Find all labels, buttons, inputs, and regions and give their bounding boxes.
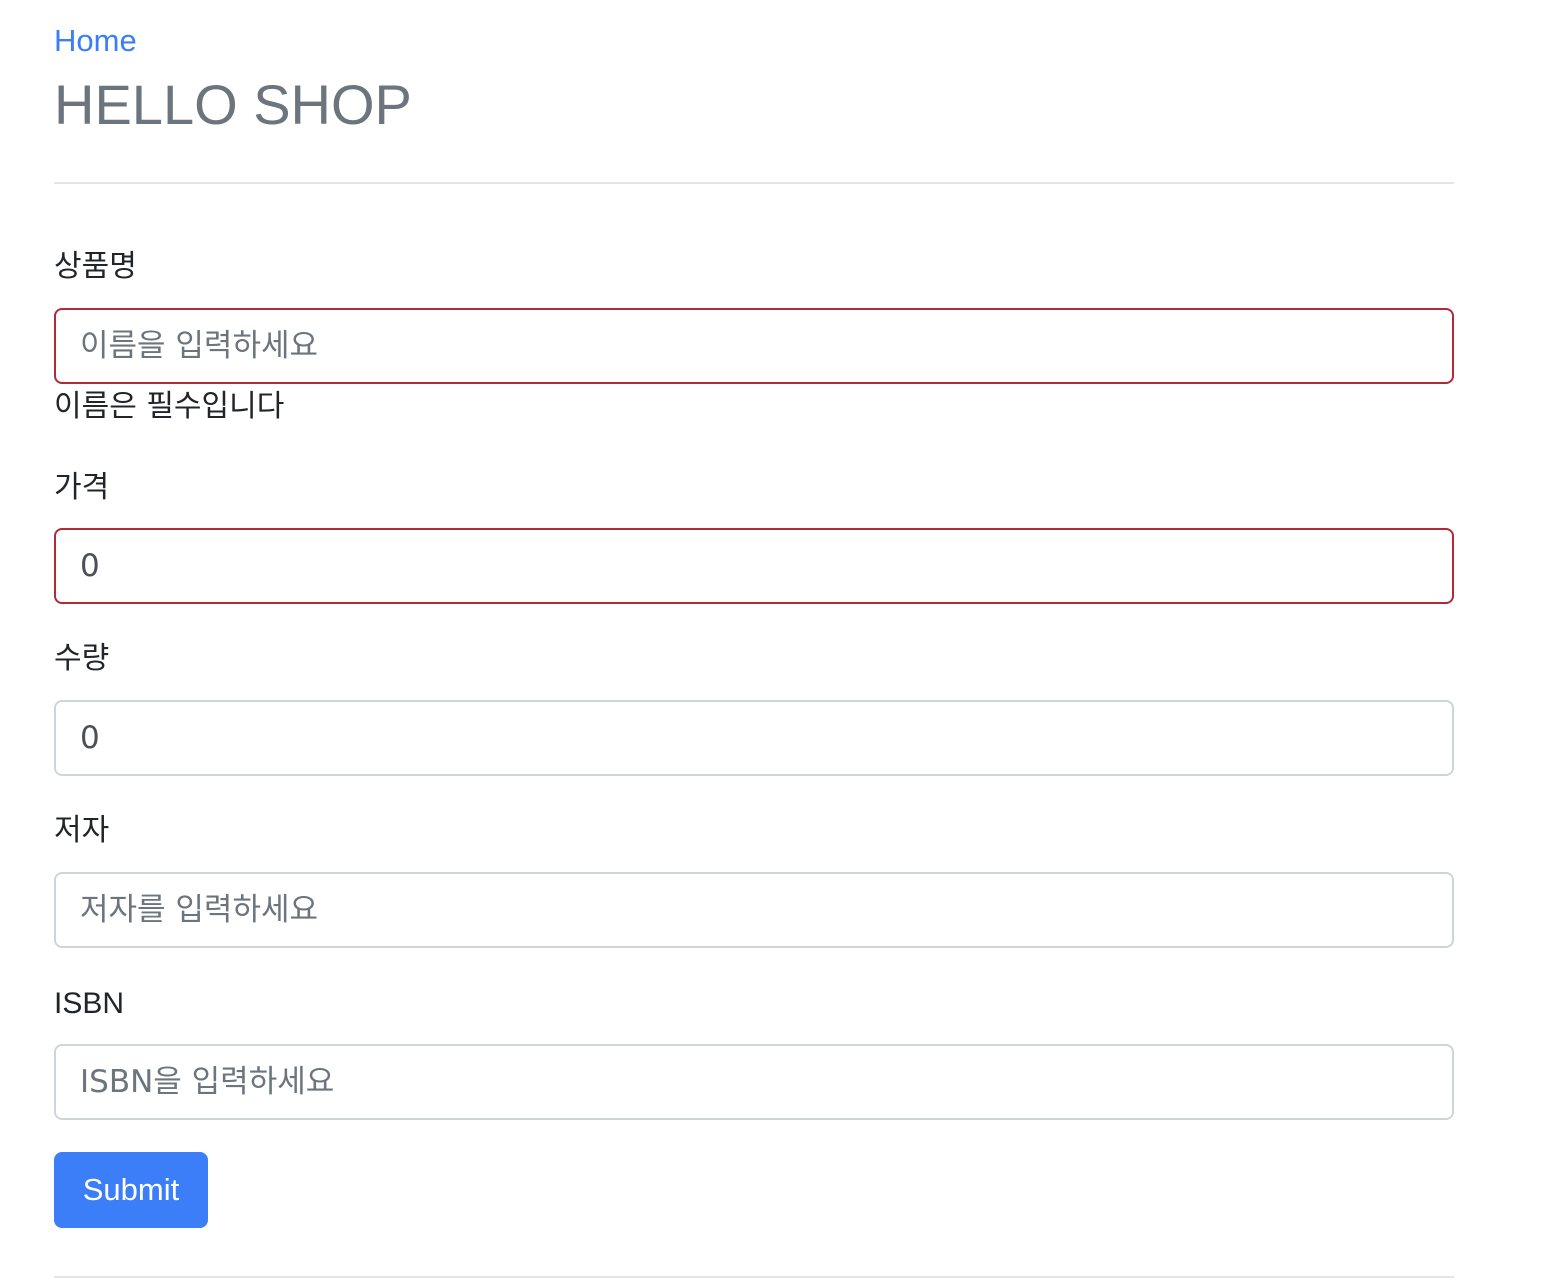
name-label: 상품명 [54,249,137,284]
header-divider [54,182,1454,184]
home-link[interactable]: Home [54,22,137,60]
isbn-input[interactable] [54,1044,1454,1120]
name-error-message: 이름은 필수입니다 [54,389,285,424]
footer-divider [54,1276,1454,1278]
author-label: 저자 [54,813,110,848]
price-label: 가격 [54,470,110,505]
name-input[interactable] [54,308,1454,384]
author-input[interactable] [54,872,1454,948]
isbn-label: ISBN [54,987,125,1020]
quantity-label: 수량 [54,641,110,676]
page-title: HELLO SHOP [54,73,412,136]
quantity-input[interactable] [54,700,1454,776]
price-input[interactable] [54,528,1454,604]
submit-button[interactable]: Submit [54,1152,208,1228]
